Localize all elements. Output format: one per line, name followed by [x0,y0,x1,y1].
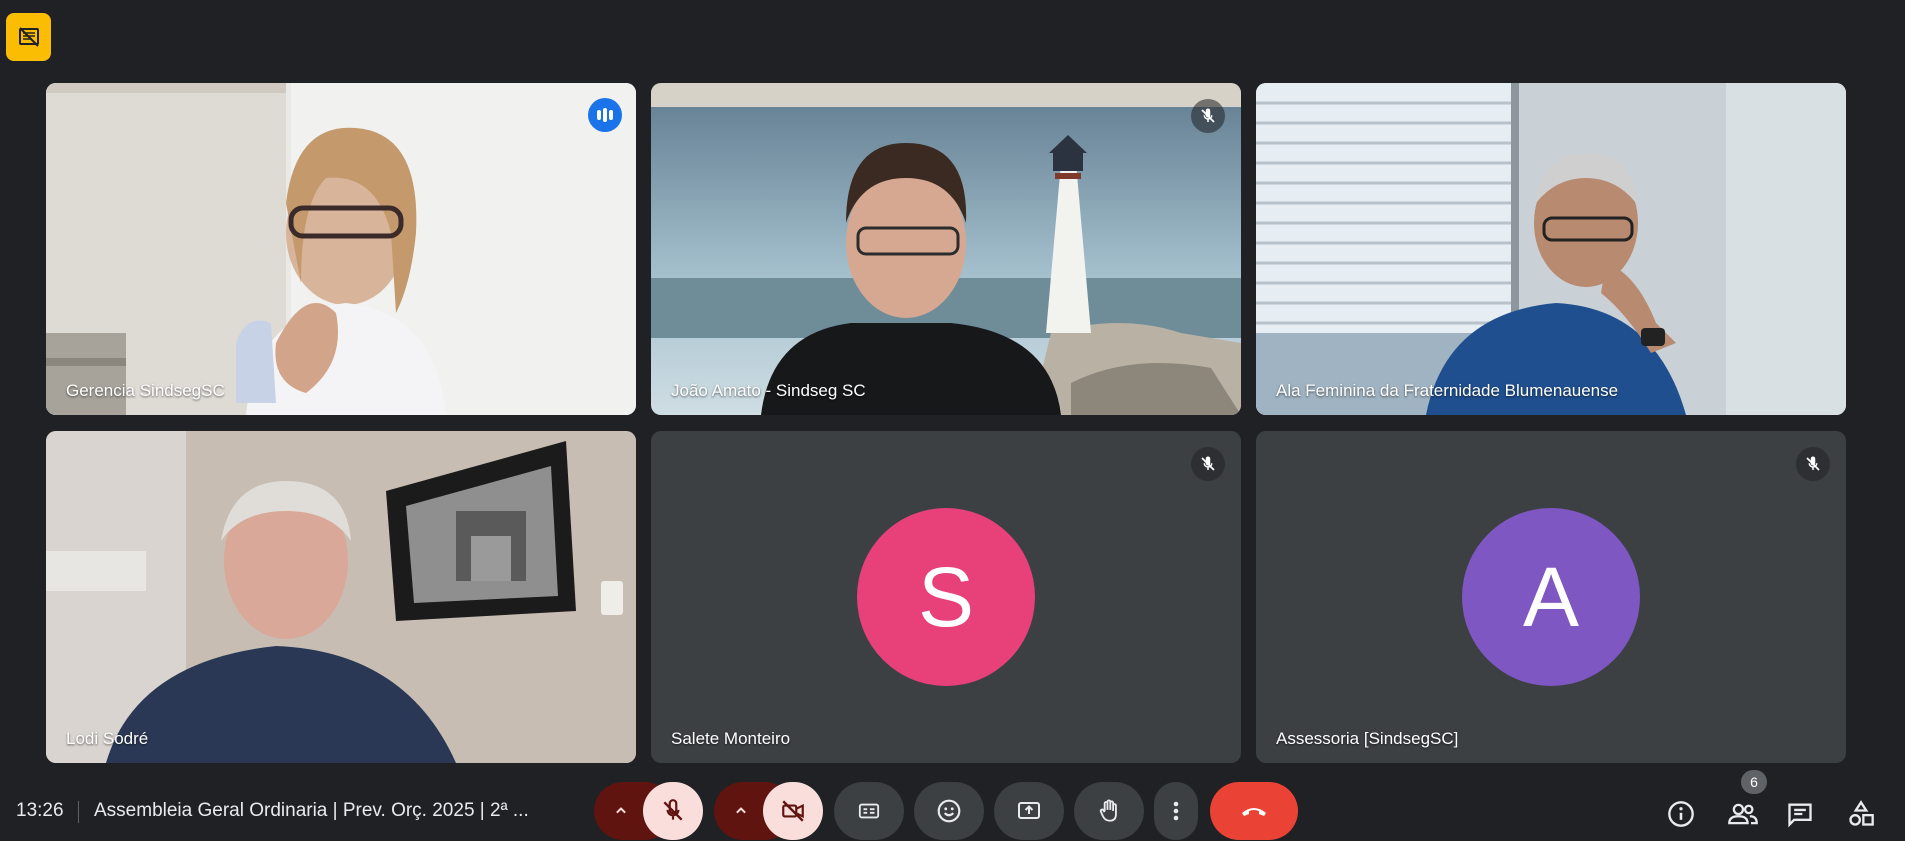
captions-button[interactable] [834,782,904,840]
chat-button[interactable] [1780,794,1820,834]
recording-indicator-icon[interactable] [6,13,51,61]
meeting-title[interactable]: Assembleia Geral Ordinaria | Prev. Orç. … [94,800,529,822]
people-icon [1728,803,1758,825]
raise-hand-button[interactable] [1074,782,1144,840]
camera-off-icon [782,800,804,822]
microphone-off-button[interactable] [643,782,703,840]
chevron-up-icon [736,807,746,814]
emoji-icon [937,799,961,823]
video-feed [46,431,636,763]
participant-tile[interactable]: S Salete Monteiro [651,431,1241,763]
more-options-button[interactable] [1154,782,1198,840]
more-vert-icon [1173,801,1179,821]
participant-count-badge: 6 [1741,770,1767,794]
clock: 13:26 [16,800,64,821]
chat-icon [1788,803,1812,828]
present-button[interactable] [994,782,1064,840]
meeting-details-button[interactable] [1661,794,1701,834]
call-controls-bar: 13:26 Assembleia Geral Ordinaria | Prev.… [0,770,1905,841]
participant-name: Gerencia SindsegSC [66,381,225,400]
mic-off-icon [1191,447,1225,481]
meet-call-window: Gerencia SindsegSC João Amato - Sindseg … [0,0,1905,841]
chevron-up-icon [616,807,626,814]
participant-name: Assessoria [SindsegSC] [1276,729,1459,748]
people-button[interactable] [1723,794,1763,834]
avatar: A [1462,508,1640,686]
speaking-indicator-icon [588,98,622,132]
camera-off-button[interactable] [763,782,823,840]
participant-name: João Amato - Sindseg SC [671,381,866,400]
participant-tile[interactable]: Lodi Sodré [46,431,636,763]
participant-name: Lodi Sodré [66,729,149,748]
mic-off-icon [1796,447,1830,481]
hand-icon [1099,799,1117,822]
info-icon [1668,801,1694,827]
video-feed [1256,83,1846,415]
present-screen-icon [1018,802,1040,819]
participant-name: Salete Monteiro [671,729,791,748]
activities-icon [1849,800,1874,826]
captions-icon [858,803,880,819]
divider [78,801,79,823]
reactions-button[interactable] [914,782,984,840]
mic-off-icon [663,799,683,821]
activities-button[interactable] [1841,794,1881,834]
leave-call-button[interactable] [1210,782,1298,840]
participant-name: Ala Feminina da Fraternidade Blumenauens… [1276,381,1619,400]
call-end-icon [1242,808,1266,816]
mic-off-icon [1191,99,1225,133]
avatar: S [857,508,1035,686]
video-feed [651,83,1241,415]
participant-tile[interactable]: Ala Feminina da Fraternidade Blumenauens… [1256,83,1846,415]
participant-tile[interactable]: João Amato - Sindseg SC [651,83,1241,415]
participant-tile[interactable]: Gerencia SindsegSC [46,83,636,415]
video-feed [46,83,636,415]
participant-tile[interactable]: A Assessoria [SindsegSC] [1256,431,1846,763]
